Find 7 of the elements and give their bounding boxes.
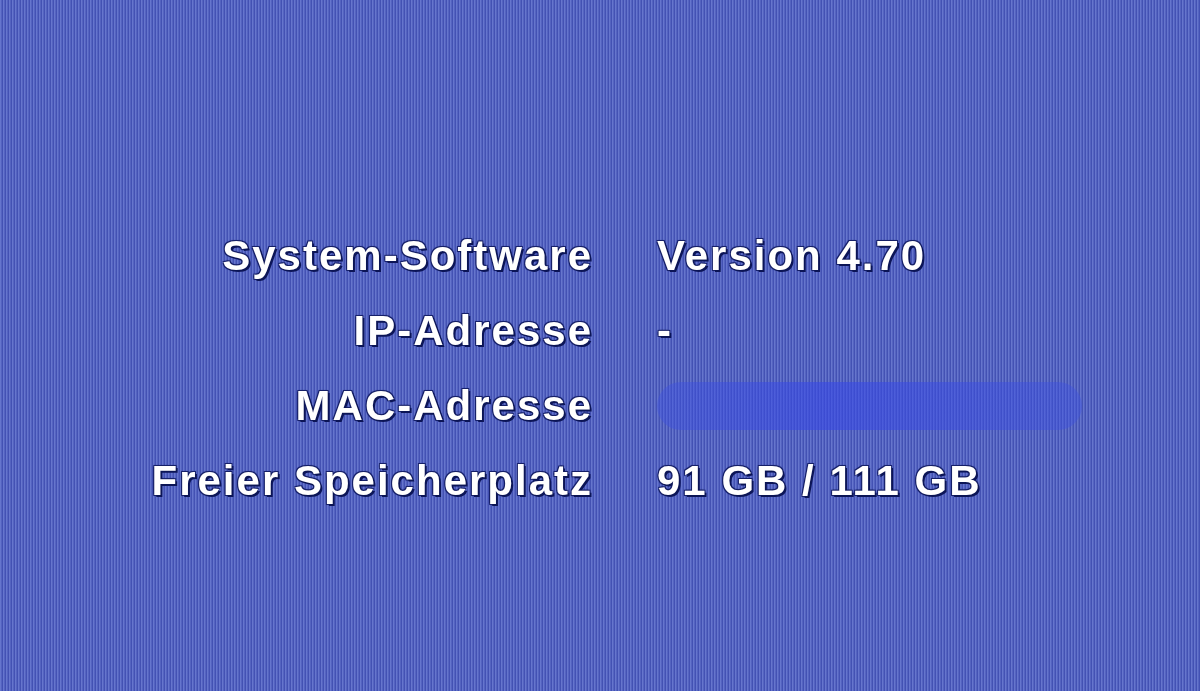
info-label: MAC-Adresse: [295, 380, 593, 431]
info-value: -: [657, 305, 673, 356]
info-label: Freier Speicherplatz: [151, 455, 593, 506]
info-value: Version 4.70: [657, 230, 927, 281]
info-value: 91 GB / 111 GB: [657, 455, 982, 506]
info-label: IP-Adresse: [353, 305, 593, 356]
info-label: System-Software: [222, 230, 593, 281]
